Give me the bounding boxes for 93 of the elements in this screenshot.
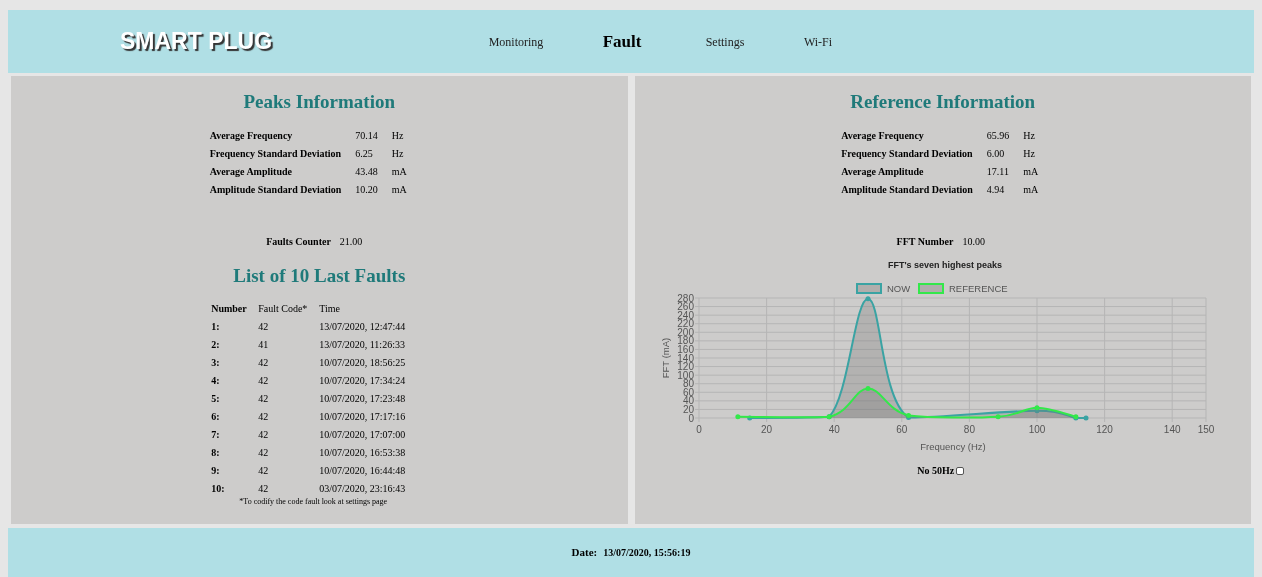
table-cell: 03/07/2020, 23:16:43: [319, 482, 406, 495]
table-cell: 10/07/2020, 18:56:25: [319, 356, 406, 369]
nav-tab[interactable]: Wi-Fi: [803, 32, 833, 51]
table-cell-text: 41: [258, 338, 270, 351]
stat-value: 17.11: [986, 165, 1010, 178]
counter-value: 21.00: [339, 235, 363, 249]
footnote-text: *To codify the code fault look at settings page: [239, 496, 388, 508]
stat-label: Average Frequency: [209, 129, 294, 142]
legend-item: REFERENCE: [918, 283, 1008, 294]
table-cell-text: 42: [258, 392, 270, 405]
table-cell: 10/07/2020, 17:23:48: [319, 392, 406, 405]
nav-tab[interactable]: Fault: [602, 28, 642, 55]
stat-value: 65.96: [986, 129, 1010, 142]
axis-tick-label: 40: [828, 424, 840, 435]
stat-value: 43.48: [355, 165, 378, 178]
table-cell-text: 42: [258, 356, 270, 369]
stat-unit: mA: [1023, 183, 1039, 196]
stat-label: Amplitude Standard Deviation: [841, 183, 973, 196]
stat-label: Frequency Standard Deviation: [841, 147, 973, 160]
stat-value: 4.94: [986, 183, 1006, 196]
table-cell-text: 4:: [211, 374, 221, 387]
table-cell-text: 42: [258, 446, 270, 459]
axis-tick-label: 60: [896, 424, 908, 435]
table-cell-text: 10:: [211, 482, 226, 495]
table-cell: 10/07/2020, 16:44:48: [319, 464, 406, 477]
table-cell-text: 42: [258, 410, 270, 423]
section-title: List of 10 Last Faults: [233, 265, 406, 287]
axis-tick-label: 150: [1197, 424, 1215, 435]
checkbox[interactable]: [956, 466, 965, 475]
checkbox-label: No 50Hz: [917, 464, 955, 478]
nav-tab[interactable]: Monitoring: [488, 32, 544, 51]
section-title: Reference Information: [850, 91, 1036, 113]
axis-title: FFT (mA): [660, 337, 672, 379]
stat-label: Average Amplitude: [209, 165, 293, 178]
axis-tick-label: 20: [761, 424, 773, 435]
table-cell: 10/07/2020, 17:07:00: [319, 428, 406, 441]
stat-unit: Hz: [1023, 147, 1036, 160]
table-cell-text: 42: [258, 428, 270, 441]
table-cell-text: 42: [258, 374, 270, 387]
stat-unit: mA: [391, 165, 407, 178]
stat-label: Frequency Standard Deviation: [209, 147, 342, 160]
column-header: Number: [211, 302, 248, 315]
counter-value: 10.00: [962, 235, 985, 249]
axis-tick-label: 0: [688, 412, 695, 424]
table-cell-text: 1:: [211, 320, 221, 333]
stat-value: 6.00: [986, 147, 1006, 160]
table-cell: 10/07/2020, 16:53:38: [319, 446, 406, 459]
stat-label: Average Amplitude: [841, 165, 925, 178]
table-cell-text: 42: [258, 482, 270, 495]
table-cell-text: 8:: [211, 446, 221, 459]
legend-label: NOW: [887, 283, 911, 294]
table-cell-text: 5:: [211, 392, 221, 405]
axis-tick-label: 140: [1164, 424, 1181, 435]
legend-label: REFERENCE: [949, 283, 1008, 294]
stat-unit: Hz: [391, 147, 405, 160]
table-cell-text: 9:: [211, 464, 221, 477]
stat-label: Amplitude Standard Deviation: [209, 183, 342, 196]
counter-label: Faults Counter: [266, 235, 331, 249]
table-cell-text: 7:: [211, 428, 221, 441]
table-cell-text: 42: [258, 464, 270, 477]
logo-text: SMART PLUG: [120, 27, 274, 57]
column-header: Fault Code*: [258, 302, 309, 315]
stat-unit: mA: [391, 183, 407, 196]
axis-tick-label: 80: [964, 424, 976, 435]
axis-tick-label: 280: [677, 292, 695, 304]
table-cell-text: 3:: [211, 356, 221, 369]
table-cell-text: 42: [258, 320, 270, 333]
stat-label: Average Frequency: [841, 129, 925, 142]
table-cell: 10/07/2020, 17:17:16: [319, 410, 406, 423]
column-header: Time: [319, 302, 341, 315]
nav-tab[interactable]: Settings: [705, 32, 745, 51]
chart-title: FFT's seven highest peaks: [888, 260, 1003, 270]
axis-tick-label: 100: [1028, 424, 1046, 435]
axis-tick-label: 120: [1096, 424, 1114, 435]
date-value: 13/07/2020, 15:56:19: [603, 546, 691, 560]
legend-item: NOW: [856, 283, 911, 294]
table-cell-text: 2:: [211, 338, 221, 351]
section-title: Peaks Information: [243, 91, 395, 113]
stat-unit: mA: [1023, 165, 1039, 178]
stat-unit: Hz: [391, 129, 405, 142]
table-cell-text: 6:: [211, 410, 221, 423]
table-cell: 10/07/2020, 17:34:24: [319, 374, 406, 387]
stat-value: 6.25: [355, 147, 374, 160]
stat-value: 70.14: [355, 129, 378, 142]
table-cell: 13/07/2020, 11:26:33: [319, 338, 406, 351]
stat-unit: Hz: [1023, 129, 1036, 142]
counter-label: FFT Number: [896, 235, 954, 249]
axis-tick-label: 140: [677, 352, 695, 364]
table-cell: 13/07/2020, 12:47:44: [319, 320, 406, 333]
axis-title: Frequency (Hz): [920, 441, 986, 452]
axis-tick-label: 0: [696, 424, 703, 435]
date-label: Date:: [571, 545, 598, 561]
stat-value: 10.20: [355, 183, 378, 196]
